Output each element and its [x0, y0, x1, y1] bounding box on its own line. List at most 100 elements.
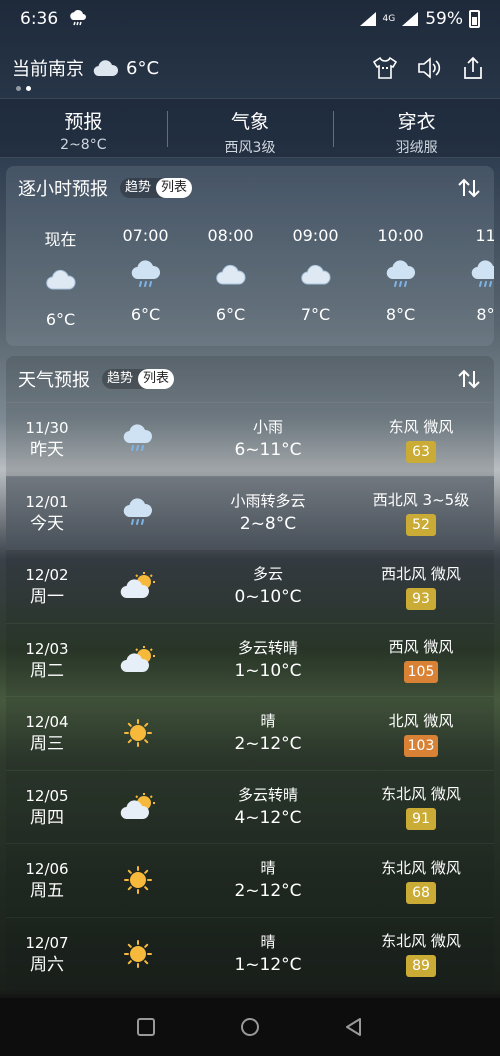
summary-title: 气象	[231, 111, 270, 133]
day-row[interactable]: 12/01 今天 小雨转多云 2~8°C 西北风 3~5级 52	[6, 475, 494, 549]
hourly-list[interactable]: 现在 6°C 07:00 6°C 08:00 6°C 09:00 7°C 10:00 8°C 11 8…	[6, 210, 494, 329]
daily-forecast-card: 天气预报 趋势 列表 11/30 昨天 小雨 6~11°C 东风 微风 63 12/01 今天…	[6, 356, 494, 992]
day-date: 12/05 周四	[6, 785, 88, 829]
temp-range: 6~11°C	[234, 440, 302, 461]
condition-text: 多云转晴	[237, 785, 298, 804]
date-text: 12/04	[25, 713, 69, 732]
battery-percent: 59%	[425, 9, 463, 29]
hour-item: 07:00 6°C	[103, 210, 188, 329]
date-text: 11/30	[25, 419, 69, 438]
weekday-text: 周五	[30, 881, 64, 902]
temp-range: 2~12°C	[234, 734, 302, 755]
summary-clothing[interactable]: 穿衣 羽绒服	[333, 99, 500, 157]
hourly-title: 逐小时预报	[18, 179, 108, 200]
day-wind: 东北风 微风 68	[348, 857, 494, 904]
clothing-icon[interactable]	[372, 55, 398, 81]
day-date: 12/01 今天	[6, 491, 88, 535]
date-text: 12/06	[25, 860, 69, 879]
hour-temp: 6°C	[45, 310, 76, 329]
daily-title: 天气预报	[18, 370, 90, 391]
aqi-badge: 91	[406, 808, 436, 831]
hour-label: 07:00	[122, 226, 169, 245]
back-icon[interactable]	[343, 1016, 365, 1038]
toggle-trend[interactable]: 趋势	[102, 369, 138, 389]
date-text: 12/03	[25, 639, 69, 658]
weekday-text: 周六	[30, 954, 64, 975]
day-row[interactable]: 12/03 周二 多云转晴 1~10°C 西风 微风 105	[6, 622, 494, 697]
weekday-text: 周一	[30, 587, 64, 608]
day-condition: 晴 1~12°C	[188, 931, 348, 977]
rain-icon	[88, 424, 188, 454]
summary-weather[interactable]: 气象 西风3级	[166, 99, 334, 157]
share-icon[interactable]	[460, 55, 486, 81]
toggle-trend[interactable]: 趋势	[120, 178, 156, 198]
day-condition: 多云转晴 4~12°C	[188, 784, 348, 830]
temp-range: 1~12°C	[234, 954, 302, 975]
temp-range: 1~10°C	[234, 660, 302, 681]
battery-icon	[469, 10, 480, 28]
wind-text: 西风 微风	[388, 638, 454, 657]
day-row[interactable]: 12/04 周三 晴 2~12°C 北风 微风 103	[6, 696, 494, 770]
toggle-list[interactable]: 列表	[156, 178, 193, 198]
signal-icon	[359, 12, 376, 26]
page-indicator	[16, 86, 31, 91]
network-type: 4G	[382, 14, 396, 24]
day-wind: 西北风 3~5级 52	[348, 489, 494, 537]
aqi-badge: 63	[406, 440, 436, 463]
date-text: 12/05	[25, 786, 69, 805]
weekday-text: 周二	[30, 660, 64, 681]
page-dot	[16, 86, 21, 91]
sun-icon	[88, 939, 188, 969]
aqi-badge: 52	[406, 514, 436, 537]
day-condition: 晴 2~12°C	[188, 857, 348, 903]
day-wind: 西北风 微风 93	[348, 563, 494, 610]
day-row[interactable]: 12/02 周一 多云 0~10°C 西北风 微风 93	[6, 549, 494, 623]
home-icon[interactable]	[239, 1016, 261, 1038]
aqi-badge: 103	[403, 734, 439, 757]
hour-item: 08:00 6°C	[188, 210, 273, 329]
city-name[interactable]: 当前南京	[12, 55, 84, 81]
recents-icon[interactable]	[135, 1016, 157, 1038]
weekday-text: 今天	[30, 513, 64, 534]
partly-icon	[88, 571, 188, 601]
speaker-icon[interactable]	[416, 55, 442, 81]
day-row[interactable]: 12/05 周四 多云转晴 4~12°C 东北风 微风 91	[6, 769, 494, 844]
wind-text: 西北风 微风	[381, 564, 461, 583]
hour-temp: 6°C	[130, 305, 161, 324]
day-condition: 多云 0~10°C	[188, 563, 348, 609]
hour-label: 现在	[44, 230, 77, 249]
daily-list: 11/30 昨天 小雨 6~11°C 东风 微风 63 12/01 今天 小雨转多云 2~8°C 西…	[6, 402, 494, 990]
sort-icon[interactable]	[456, 367, 482, 391]
sort-icon[interactable]	[456, 176, 482, 200]
weekday-text: 周四	[30, 807, 64, 828]
status-time: 6:36	[20, 9, 59, 29]
condition-text: 晴	[260, 932, 276, 951]
hour-item: 09:00 7°C	[273, 210, 358, 329]
summary-forecast[interactable]: 预报 2~8°C	[0, 99, 167, 157]
day-row[interactable]: 12/07 周六 晴 1~12°C 东北风 微风 89	[6, 916, 494, 991]
navigation-bar	[0, 998, 500, 1056]
day-date: 12/04 周三	[6, 711, 88, 755]
view-toggle[interactable]: 趋势 列表	[102, 369, 175, 389]
day-condition: 小雨 6~11°C	[188, 416, 348, 462]
day-condition: 小雨转多云 2~8°C	[188, 490, 348, 536]
toggle-list[interactable]: 列表	[138, 369, 175, 389]
temp-range: 4~12°C	[234, 807, 302, 828]
day-date: 12/03 周二	[6, 638, 88, 682]
hour-item: 现在 6°C	[18, 210, 103, 329]
date-text: 12/01	[25, 492, 69, 511]
temp-range: 2~12°C	[234, 881, 302, 902]
day-date: 12/06 周五	[6, 858, 88, 902]
condition-text: 多云转晴	[237, 638, 298, 657]
summary-sub: 2~8°C	[60, 137, 107, 153]
hour-label: 11	[475, 226, 494, 245]
cloud-icon	[273, 255, 358, 295]
hourly-forecast-card: 逐小时预报 趋势 列表 现在 6°C 07:00 6°C 08:00 6°C 09:00 7°…	[6, 166, 494, 346]
hour-temp: 7°C	[300, 305, 331, 324]
day-row[interactable]: 11/30 昨天 小雨 6~11°C 东风 微风 63	[6, 402, 494, 476]
hour-label: 08:00	[207, 226, 254, 245]
view-toggle[interactable]: 趋势 列表	[120, 178, 193, 198]
weekday-text: 周三	[30, 734, 64, 755]
day-row[interactable]: 12/06 周五 晴 2~12°C 东北风 微风 68	[6, 843, 494, 917]
summary-sub: 西风3级	[224, 140, 276, 156]
